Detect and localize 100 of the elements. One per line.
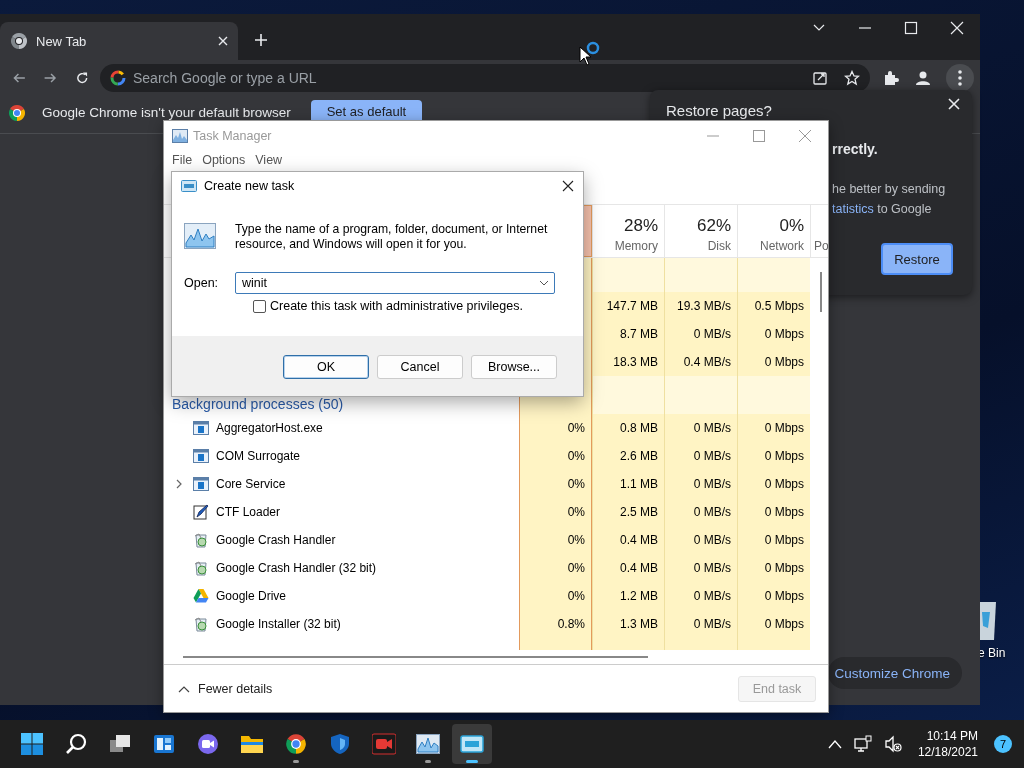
- table-cell: 0.4 MB: [592, 526, 664, 554]
- column-header[interactable]: 28% Memory: [592, 205, 664, 257]
- plus-icon[interactable]: [254, 33, 268, 47]
- menu-item[interactable]: View: [251, 153, 289, 167]
- table-cell: 0 MB/s: [664, 320, 737, 348]
- clock[interactable]: 10:14 PM 12/18/2021: [917, 728, 978, 760]
- notification-badge[interactable]: 7: [994, 735, 1012, 753]
- table-cell: 0.5 Mbps: [737, 292, 810, 320]
- menu-item[interactable]: Options: [198, 153, 252, 167]
- popup-heading: rrectly.: [832, 141, 879, 157]
- folder-icon[interactable]: [240, 733, 264, 755]
- popup-title: Restore pages?: [666, 102, 773, 119]
- process-name: Google Crash Handler: [216, 533, 336, 547]
- widgets-icon[interactable]: [153, 733, 175, 755]
- close-icon[interactable]: [562, 180, 574, 192]
- chrome-logo-icon: [10, 32, 28, 50]
- customize-chrome-button[interactable]: Customize Chrome: [828, 657, 962, 689]
- fewer-details-link[interactable]: Fewer details: [198, 681, 273, 696]
- window-icon: [181, 180, 197, 192]
- dialog-button[interactable]: Cancel: [377, 355, 463, 379]
- window-icon[interactable]: [460, 735, 484, 753]
- table-cell: 0 Mbps: [737, 320, 810, 348]
- table-cell: 0%: [519, 498, 592, 526]
- chevron-up-icon[interactable]: [178, 684, 190, 693]
- table-cell: 18.3 MB: [592, 348, 664, 376]
- profile-icon[interactable]: [914, 69, 932, 87]
- chevron-right-icon[interactable]: [176, 479, 182, 489]
- table-cell: 147.7 MB: [592, 292, 664, 320]
- table-cell: 0.4 MB: [592, 554, 664, 582]
- chrome-logo-icon[interactable]: [285, 733, 307, 755]
- table-cell: 0 MB/s: [664, 554, 737, 582]
- table-cell: [592, 258, 664, 292]
- restore-button[interactable]: Restore: [881, 243, 953, 275]
- statistics-link[interactable]: tatistics: [832, 202, 874, 216]
- network-icon[interactable]: [853, 735, 872, 753]
- process-name: Google Crash Handler (32 bit): [216, 561, 377, 575]
- scrollbar-thumb[interactable]: [183, 656, 648, 658]
- table-cell: 0 MB/s: [664, 610, 737, 638]
- table-cell: 0%: [519, 582, 592, 610]
- star-icon[interactable]: [844, 70, 860, 86]
- dialog-button[interactable]: OK: [283, 355, 369, 379]
- dialog-title: Create new task: [204, 179, 295, 193]
- taskbar-button[interactable]: [452, 724, 492, 764]
- chart-icon: [184, 223, 216, 249]
- window-title: Task Manager: [193, 128, 272, 143]
- window-icon: [193, 420, 209, 436]
- process-name: Core Service: [216, 477, 286, 491]
- column-header[interactable]: 0% Network: [737, 205, 810, 257]
- table-cell: 0.8%: [519, 610, 592, 638]
- column-header[interactable]: 62% Disk: [664, 205, 737, 257]
- browser-tab[interactable]: New Tab: [0, 22, 238, 60]
- checkbox-label: Create this task with administrative privileges.: [270, 299, 523, 313]
- chrome-logo-icon: [8, 104, 26, 122]
- video-chat-icon[interactable]: [197, 733, 219, 755]
- window-icon: [193, 476, 209, 492]
- share-icon[interactable]: [812, 70, 828, 86]
- table-cell: 19.3 MB/s: [664, 292, 737, 320]
- process-name: Google Installer (32 bit): [216, 617, 341, 631]
- process-name: CTF Loader: [216, 505, 281, 519]
- table-cell: 0 Mbps: [737, 442, 810, 470]
- table-cell: 2.6 MB: [592, 442, 664, 470]
- address-bar[interactable]: Search Google or type a URL: [100, 64, 870, 92]
- table-cell: 0 Mbps: [737, 526, 810, 554]
- infobar-message: Google Chrome isn't your default browser: [42, 105, 291, 120]
- table-cell: 0 Mbps: [737, 470, 810, 498]
- installer-icon: [193, 616, 209, 632]
- drive-icon: [193, 588, 209, 604]
- group-header: Background processes (50): [172, 396, 344, 412]
- table-cell: 1.3 MB: [592, 610, 664, 638]
- task-view-icon[interactable]: [109, 733, 131, 755]
- menu-icon[interactable]: [946, 64, 974, 92]
- table-cell: 0 MB/s: [664, 582, 737, 610]
- muted-speaker-icon[interactable]: [883, 735, 902, 753]
- open-field[interactable]: winit: [235, 272, 556, 294]
- table-cell: 0%: [519, 554, 592, 582]
- column-header[interactable]: Po: [810, 205, 828, 257]
- shield-icon[interactable]: [329, 733, 351, 755]
- table-cell: 0 Mbps: [737, 582, 810, 610]
- video-camera-icon[interactable]: [372, 733, 396, 755]
- table-cell: 0 Mbps: [737, 610, 810, 638]
- table-cell: 1.1 MB: [592, 470, 664, 498]
- table-cell: 0%: [519, 414, 592, 442]
- table-cell: [592, 376, 664, 414]
- table-cell: 0.8 MB: [592, 414, 664, 442]
- dropdown-icon[interactable]: [539, 280, 550, 286]
- table-cell: 0 MB/s: [664, 498, 737, 526]
- checkbox[interactable]: [253, 299, 266, 313]
- menu-item[interactable]: File: [168, 153, 199, 167]
- process-name: AggregatorHost.exe: [216, 421, 323, 435]
- table-cell: 0 MB/s: [664, 442, 737, 470]
- table-cell: 0%: [519, 470, 592, 498]
- chart-icon: [172, 128, 188, 143]
- field-label: Open:: [184, 276, 219, 290]
- scrollbar-thumb[interactable]: [820, 272, 822, 312]
- windows-start-icon[interactable]: [21, 733, 43, 755]
- table-cell: 0 Mbps: [737, 498, 810, 526]
- search-icon[interactable]: [65, 733, 87, 755]
- dialog-button[interactable]: Browse...: [471, 355, 557, 379]
- table-cell: 0 MB/s: [664, 526, 737, 554]
- puzzle-icon[interactable]: [882, 69, 900, 87]
